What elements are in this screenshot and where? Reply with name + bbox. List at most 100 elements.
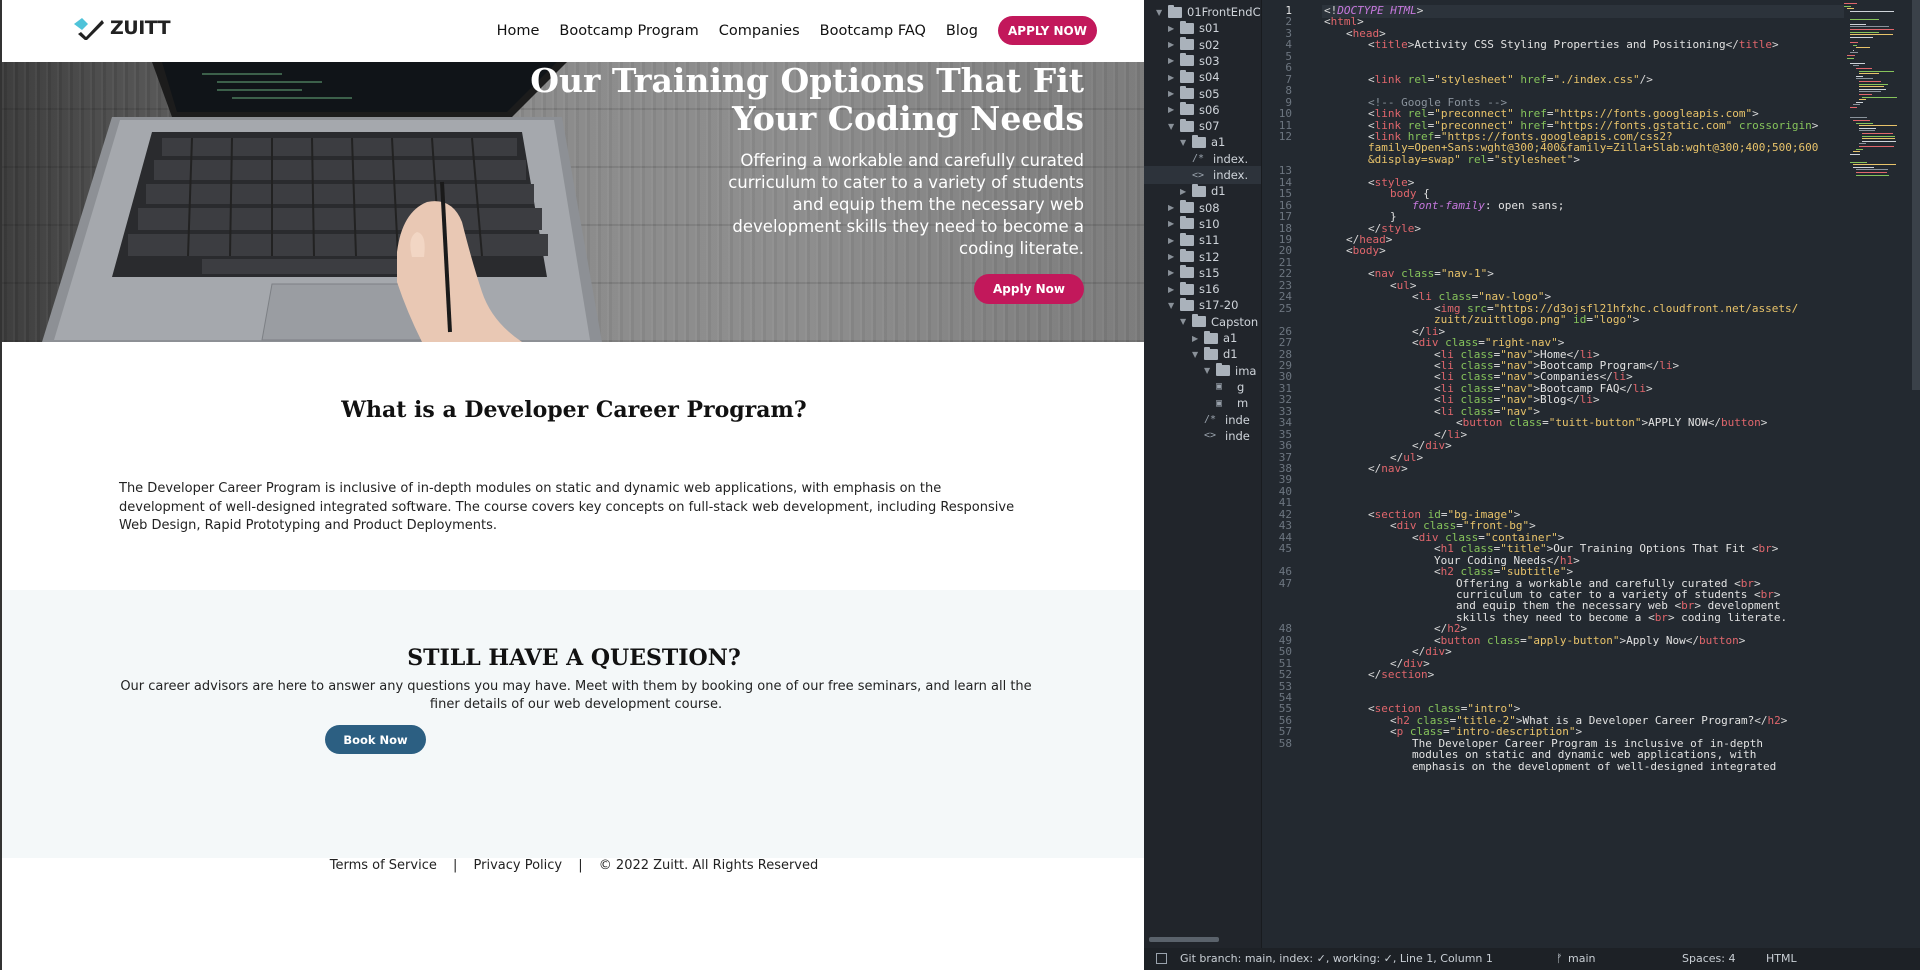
chevron-down-icon[interactable]: ▼	[1156, 8, 1166, 17]
indentation-setting[interactable]: Spaces: 4	[1682, 952, 1735, 965]
branch-icon: ᚠ	[1556, 952, 1563, 965]
sidebar-toggle-icon[interactable]	[1156, 953, 1167, 964]
file-tree-file[interactable]: ▣ g	[1144, 378, 1261, 396]
file-tree-folder[interactable]: ▼ a1	[1144, 133, 1261, 151]
file-tree-label: s10	[1199, 216, 1220, 231]
file-tree-folder[interactable]: ▶ s15	[1144, 264, 1261, 282]
minimap-line	[1856, 172, 1888, 173]
folder-icon	[1216, 363, 1230, 377]
chevron-right-icon[interactable]: ▶	[1168, 268, 1178, 277]
code-file-icon: <>	[1204, 430, 1217, 442]
line-number: 12	[1278, 129, 1292, 143]
file-tree-folder[interactable]: ▶ s05	[1144, 85, 1261, 103]
chevron-down-icon[interactable]: ▼	[1180, 138, 1190, 147]
chevron-down-icon[interactable]: ▼	[1180, 317, 1190, 326]
file-tree-file[interactable]: <> inde	[1144, 427, 1261, 445]
book-now-button[interactable]: Book Now	[325, 725, 426, 754]
file-tree-file[interactable]: ▣ m	[1144, 394, 1261, 412]
file-tree-folder[interactable]: ▼ Capston	[1144, 313, 1261, 331]
chevron-right-icon[interactable]: ▶	[1168, 89, 1178, 98]
chevron-right-icon[interactable]: ▶	[1168, 285, 1178, 294]
file-tree-folder[interactable]: ▶ s11	[1144, 231, 1261, 249]
chevron-right-icon[interactable]: ▶	[1192, 334, 1202, 343]
chevron-right-icon[interactable]: ▶	[1168, 236, 1178, 245]
minimap-line	[1850, 18, 1880, 20]
minimap-line	[1859, 86, 1885, 88]
chevron-right-icon[interactable]: ▶	[1168, 105, 1178, 114]
minimap-line	[1859, 146, 1895, 147]
minimap-line	[1853, 44, 1857, 46]
file-tree-folder[interactable]: ▶ s10	[1144, 215, 1261, 233]
terms-of-service-link[interactable]: Terms of Service	[330, 858, 437, 873]
minimap-line	[1853, 166, 1874, 168]
file-tree-folder[interactable]: ▶ s01	[1144, 19, 1261, 37]
right-nav: Home Bootcamp Program Companies Bootcamp…	[477, 16, 1097, 45]
code-file-icon: /*	[1204, 414, 1217, 425]
chevron-right-icon[interactable]: ▶	[1168, 219, 1178, 228]
file-tree-folder[interactable]: ▼ s07	[1144, 117, 1261, 135]
file-tree-file[interactable]: /* index.	[1144, 150, 1261, 168]
file-tree-file[interactable]: <> index.	[1144, 166, 1261, 184]
nav-blog[interactable]: Blog	[946, 23, 978, 39]
code-line: emphasis on the development of well-desi…	[1412, 759, 1777, 773]
git-branch-label[interactable]: main	[1568, 952, 1595, 965]
hero-subtitle-line: and equip them the necessary web	[792, 195, 1084, 214]
file-tree-file[interactable]: /* inde	[1144, 411, 1261, 429]
file-tree-label: s07	[1199, 119, 1220, 134]
nav-companies[interactable]: Companies	[719, 23, 800, 39]
apply-now-button[interactable]: APPLY NOW	[997, 16, 1097, 45]
file-tree-folder[interactable]: ▶ s08	[1144, 199, 1261, 217]
file-tree-folder[interactable]: ▼ d1	[1144, 345, 1261, 363]
file-tree-folder[interactable]: ▶ a1	[1144, 329, 1261, 347]
code-line: zuitt/zuittlogo.png" id="logo">	[1434, 313, 1640, 327]
folder-icon	[1192, 183, 1206, 197]
nav-home[interactable]: Home	[497, 23, 540, 39]
file-tree-label: s01	[1199, 21, 1220, 36]
nav-bootcamp-faq[interactable]: Bootcamp FAQ	[820, 23, 926, 39]
copyright-text: © 2022 Zuitt. All Rights Reserved	[598, 858, 819, 873]
file-tree-folder[interactable]: ▼ s17-20	[1144, 296, 1261, 314]
intro-description: The Developer Career Program is inclusiv…	[119, 481, 1015, 533]
chevron-down-icon[interactable]: ▼	[1168, 301, 1178, 310]
chevron-right-icon[interactable]: ▶	[1168, 56, 1178, 65]
hero-container: Our Training Options That Fit Your Codin…	[524, 62, 1084, 304]
chevron-right-icon[interactable]: ▶	[1168, 73, 1178, 82]
chevron-right-icon[interactable]: ▶	[1168, 203, 1178, 212]
minimap-line	[1853, 65, 1859, 67]
minimap-line	[1856, 78, 1874, 80]
chevron-right-icon[interactable]: ▶	[1180, 187, 1190, 196]
privacy-policy-link[interactable]: Privacy Policy	[474, 858, 563, 873]
sidebar-horizontal-scrollbar[interactable]	[1149, 937, 1219, 942]
nav-bootcamp-program[interactable]: Bootcamp Program	[559, 23, 698, 39]
file-tree-label: 01FrontEndC	[1187, 5, 1261, 19]
minimap-line	[1862, 133, 1894, 134]
minimap-line	[1859, 125, 1898, 127]
syntax-selector[interactable]: HTML	[1766, 952, 1797, 965]
chevron-down-icon[interactable]: ▼	[1168, 122, 1178, 131]
file-tree-folder[interactable]: ▶ s12	[1144, 248, 1261, 266]
chevron-right-icon[interactable]: ▶	[1168, 252, 1178, 261]
file-tree-folder[interactable]: ▶ s06	[1144, 101, 1261, 119]
hero-apply-button[interactable]: Apply Now	[974, 274, 1084, 304]
zuitt-logo[interactable]: ZUITT	[72, 16, 171, 40]
code-view[interactable]: <!DOCTYPE HTML> <html> <head> <title>Activi…	[1324, 0, 1844, 948]
minimap-line	[1859, 127, 1876, 129]
vertical-scrollbar[interactable]	[1912, 0, 1920, 390]
code-minimap[interactable]	[1844, 0, 1914, 220]
chevron-down-icon[interactable]: ▼	[1192, 350, 1202, 359]
chevron-right-icon[interactable]: ▶	[1168, 24, 1178, 33]
file-tree-folder[interactable]: ▶ d1	[1144, 182, 1261, 200]
file-tree-folder[interactable]: ▶ s03	[1144, 52, 1261, 70]
minimap-line	[1862, 96, 1898, 98]
file-tree-folder[interactable]: ▶ s02	[1144, 36, 1261, 54]
folder-icon	[1180, 20, 1194, 34]
file-tree-folder[interactable]: ▼ 01FrontEndC	[1144, 3, 1261, 21]
file-tree-folder[interactable]: ▶ s04	[1144, 68, 1261, 86]
minimap-line	[1850, 10, 1895, 12]
folder-icon	[1180, 118, 1194, 132]
chevron-down-icon[interactable]: ▼	[1204, 366, 1214, 375]
code-file-icon: /*	[1192, 153, 1205, 165]
file-tree-folder[interactable]: ▶ s16	[1144, 280, 1261, 298]
chevron-right-icon[interactable]: ▶	[1168, 40, 1178, 49]
file-tree-folder[interactable]: ▼ ima	[1144, 362, 1261, 380]
